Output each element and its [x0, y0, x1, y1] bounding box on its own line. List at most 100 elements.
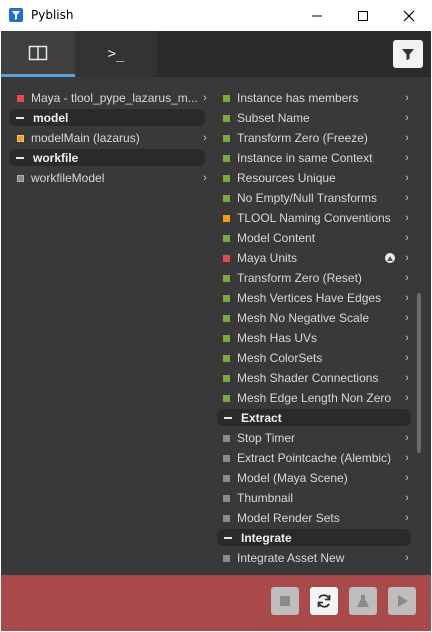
- publish-button[interactable]: [388, 587, 416, 615]
- chevron-right-icon[interactable]: ›: [401, 172, 413, 184]
- chevron-right-icon[interactable]: ›: [401, 512, 413, 524]
- validate-button[interactable]: [349, 587, 377, 615]
- chevron-right-icon[interactable]: ›: [401, 492, 413, 504]
- vertical-scrollbar[interactable]: [417, 293, 421, 453]
- list-item-label: Stop Timer: [237, 431, 296, 445]
- status-indicator: [223, 294, 230, 302]
- status-indicator: [223, 154, 230, 162]
- section-header-integrate[interactable]: Integrate: [217, 529, 411, 546]
- terminal-tab-label: >_: [107, 46, 125, 62]
- chevron-right-icon[interactable]: ›: [401, 552, 413, 564]
- maximize-button[interactable]: [340, 0, 386, 31]
- list-item[interactable]: Transform Zero (Freeze) ›: [215, 128, 413, 148]
- status-indicator: [223, 174, 230, 182]
- list-item[interactable]: Model (Maya Scene) ›: [215, 468, 413, 488]
- list-item-label: Mesh ColorSets: [237, 351, 323, 365]
- list-item[interactable]: Stop Timer ›: [215, 428, 413, 448]
- status-indicator: [223, 394, 230, 402]
- layout-icon: [28, 45, 48, 60]
- list-item[interactable]: Resources Unique ›: [215, 168, 413, 188]
- list-item-label: Thumbnail: [237, 491, 294, 505]
- list-item[interactable]: Model Content ›: [215, 228, 413, 248]
- status-indicator: [223, 554, 230, 562]
- minimize-button[interactable]: [294, 0, 340, 31]
- chevron-right-icon[interactable]: ›: [401, 452, 413, 464]
- list-item-label: Maya Units: [237, 251, 298, 265]
- chevron-right-icon[interactable]: ›: [401, 352, 413, 364]
- chevron-right-icon[interactable]: ›: [401, 332, 413, 344]
- list-item[interactable]: Mesh No Negative Scale ›: [215, 308, 413, 328]
- chevron-right-icon[interactable]: ›: [401, 192, 413, 204]
- status-indicator: [223, 454, 230, 462]
- tab-terminal[interactable]: >_: [75, 31, 157, 77]
- list-item[interactable]: Maya Units ›: [215, 248, 413, 268]
- chevron-right-icon[interactable]: ›: [401, 432, 413, 444]
- list-item[interactable]: Mesh Edge Length Non Zero ›: [215, 388, 413, 408]
- chevron-right-icon[interactable]: ›: [199, 172, 211, 184]
- list-item[interactable]: Extract Pointcache (Alembic) ›: [215, 448, 413, 468]
- list-item[interactable]: Mesh ColorSets ›: [215, 348, 413, 368]
- pyblish-app-icon: [9, 8, 23, 22]
- list-item[interactable]: Instance in same Context ›: [215, 148, 413, 168]
- list-item-label: Mesh Shader Connections: [237, 371, 379, 385]
- list-item[interactable]: No Empty/Null Transforms ›: [215, 188, 413, 208]
- section-header-workfile[interactable]: workfile: [9, 149, 205, 166]
- status-indicator: [223, 254, 230, 262]
- close-icon: [403, 10, 415, 21]
- chevron-right-icon[interactable]: ›: [401, 312, 413, 324]
- refresh-icon: [317, 594, 331, 608]
- list-item[interactable]: Mesh Has UVs ›: [215, 328, 413, 348]
- chevron-right-icon[interactable]: ›: [401, 112, 413, 124]
- list-item[interactable]: TLOOL Naming Conventions ›: [215, 208, 413, 228]
- list-item[interactable]: modelMain (lazarus) ›: [9, 128, 213, 148]
- chevron-right-icon[interactable]: ›: [401, 272, 413, 284]
- list-item[interactable]: Mesh Vertices Have Edges ›: [215, 288, 413, 308]
- list-item[interactable]: Subset Name ›: [215, 108, 413, 128]
- list-item-label: Mesh Vertices Have Edges: [237, 291, 382, 305]
- window-title: Pyblish: [31, 8, 74, 22]
- close-button[interactable]: [386, 0, 432, 31]
- list-item[interactable]: Thumbnail ›: [215, 488, 413, 508]
- chevron-right-icon[interactable]: ›: [401, 252, 413, 264]
- status-indicator: [223, 194, 230, 202]
- list-item-label: Instance has members: [237, 91, 359, 105]
- filter-button[interactable]: [393, 40, 423, 68]
- list-item[interactable]: Integrate Asset New ›: [215, 548, 413, 568]
- warning-icon[interactable]: [385, 253, 395, 263]
- chevron-right-icon[interactable]: ›: [401, 152, 413, 164]
- list-item[interactable]: Transform Zero (Reset) ›: [215, 268, 413, 288]
- section-header-extract[interactable]: Extract: [217, 409, 411, 426]
- list-item-label: Subset Name: [237, 111, 310, 125]
- list-item-label: Resources Unique: [237, 171, 336, 185]
- list-item[interactable]: Maya - tlool_pype_lazarus_m... ›: [9, 88, 213, 108]
- reset-button[interactable]: [310, 587, 338, 615]
- status-indicator: [223, 474, 230, 482]
- chevron-right-icon[interactable]: ›: [401, 392, 413, 404]
- stop-button[interactable]: [271, 587, 299, 615]
- list-item-label: workfileModel: [31, 171, 105, 185]
- chevron-right-icon[interactable]: ›: [401, 232, 413, 244]
- chevron-right-icon[interactable]: ›: [401, 292, 413, 304]
- chevron-right-icon[interactable]: ›: [199, 92, 211, 104]
- list-item[interactable]: workfileModel ›: [9, 168, 213, 188]
- list-item-label: TLOOL Naming Conventions: [237, 211, 391, 225]
- list-item[interactable]: Instance has members ›: [215, 88, 413, 108]
- chevron-right-icon[interactable]: ›: [401, 372, 413, 384]
- chevron-right-icon[interactable]: ›: [401, 472, 413, 484]
- list-item-label: Model (Maya Scene): [237, 471, 348, 485]
- status-indicator: [223, 514, 230, 522]
- chevron-right-icon[interactable]: ›: [401, 92, 413, 104]
- pyblish-window: Pyblish >_ Maya - tlool_pype_lazarus_m..…: [0, 0, 432, 632]
- chevron-right-icon[interactable]: ›: [199, 132, 211, 144]
- list-item-label: Model Content: [237, 231, 316, 245]
- chevron-right-icon[interactable]: ›: [401, 212, 413, 224]
- list-item-label: Maya - tlool_pype_lazarus_m...: [31, 91, 198, 105]
- list-item[interactable]: Model Render Sets ›: [215, 508, 413, 528]
- section-header-model[interactable]: model: [9, 109, 205, 126]
- list-item[interactable]: Mesh Shader Connections ›: [215, 368, 413, 388]
- list-item-label: Integrate Asset New: [237, 551, 345, 565]
- tab-overview[interactable]: [1, 31, 75, 77]
- status-indicator: [17, 94, 24, 102]
- chevron-right-icon[interactable]: ›: [401, 132, 413, 144]
- collapse-icon: [16, 156, 24, 159]
